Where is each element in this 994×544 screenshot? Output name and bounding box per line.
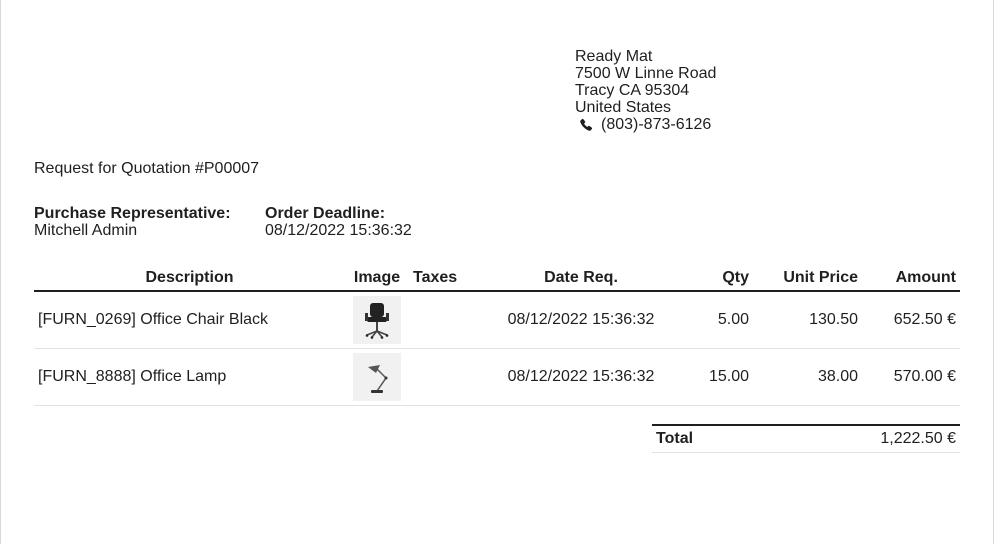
header-amount: Amount [862,266,960,292]
row-qty: 15.00 [693,348,753,406]
total-row: Total 1,222.50 € [652,426,960,452]
row-amount: 652.50 € [862,291,960,349]
header-unit-price: Unit Price [753,266,862,292]
vendor-address: Ready Mat 7500 W Linne Road Tracy CA 953… [575,48,716,133]
header-taxes: Taxes [409,266,469,292]
row-unit-price: 38.00 [753,348,862,406]
row-description: [FURN_0269] Office Chair Black [34,291,345,349]
vendor-name: Ready Mat [575,48,653,65]
row-qty: 5.00 [693,291,753,349]
deadline-value: 08/12/2022 15:36:32 [265,222,412,239]
vendor-street: 7500 W Linne Road [575,65,717,82]
header-qty: Qty [693,266,753,292]
table-row: [FURN_0269] Office Chair Black 08/12/202… [34,291,960,349]
vendor-phone-row: (803)-873-6126 [575,116,716,133]
row-description: [FURN_8888] Office Lamp [34,348,345,406]
vendor-phone: (803)-873-6126 [601,116,712,133]
row-date-req: 08/12/2022 15:36:32 [469,291,693,349]
document-title: Request for Quotation #P00007 [34,160,260,177]
total-label: Total [656,430,694,447]
total-value: 1,222.50 € [880,430,956,447]
header-image: Image [345,266,409,292]
deadline-label: Order Deadline: [265,205,386,222]
page-left-border [0,0,1,544]
row-date-req: 08/12/2022 15:36:32 [469,348,693,406]
office-lamp-image [353,353,401,401]
office-chair-image [353,296,401,344]
vendor-city: Tracy CA 95304 [575,82,690,99]
row-taxes [409,291,469,349]
row-amount: 570.00 € [862,348,960,406]
phone-icon [578,118,594,132]
header-date-req: Date Req. [469,266,693,292]
deadline-info: Order Deadline: 08/12/2022 15:36:32 [265,205,412,239]
order-lines-table: Description Image Taxes Date Req. Qty Un… [34,266,960,406]
row-image-cell [345,291,409,349]
totals-block: Total 1,222.50 € [652,424,960,453]
table-header-row: Description Image Taxes Date Req. Qty Un… [34,266,960,292]
vendor-country: United States [575,99,672,116]
header-description: Description [34,266,345,292]
table-row: [FURN_8888] Office Lamp 08/12/2022 15:36… [34,348,960,406]
row-unit-price: 130.50 [753,291,862,349]
representative-value: Mitchell Admin [34,222,138,239]
row-image-cell [345,348,409,406]
representative-info: Purchase Representative: Mitchell Admin [34,205,231,239]
row-taxes [409,348,469,406]
representative-label: Purchase Representative: [34,205,231,222]
